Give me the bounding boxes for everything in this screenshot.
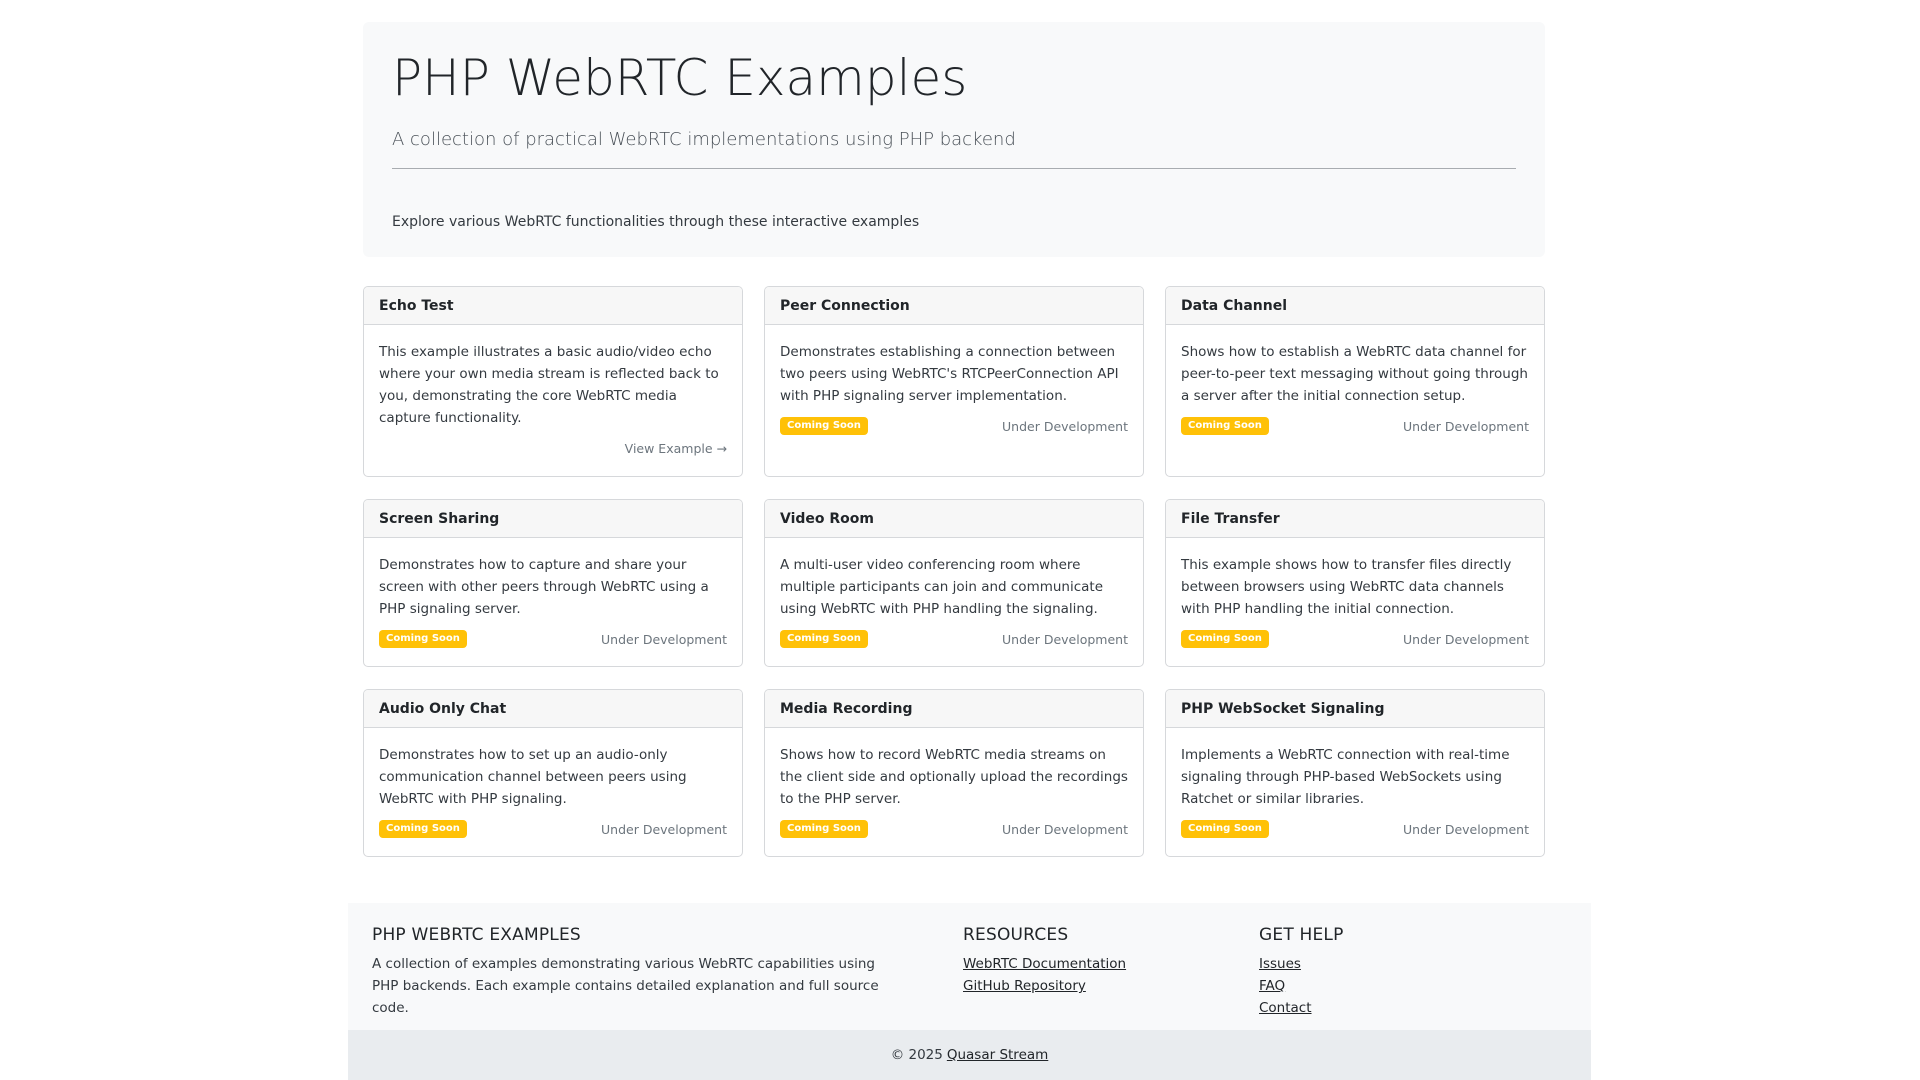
- page: PHP WebRTC Examples A collection of prac…: [0, 0, 1920, 1080]
- card-body: Shows how to establish a WebRTC data cha…: [1166, 325, 1544, 476]
- coming-soon-badge: Coming Soon: [379, 630, 467, 648]
- card-title: Peer Connection: [765, 287, 1143, 325]
- status-text: Under Development: [1002, 821, 1128, 837]
- footer-resources-list: WebRTC Documentation GitHub Repository: [963, 953, 1243, 997]
- card-title: Media Recording: [765, 690, 1143, 728]
- card-echo-test: Echo Test This example illustrates a bas…: [363, 286, 743, 477]
- list-item: WebRTC Documentation: [963, 953, 1243, 975]
- webrtc-documentation-link[interactable]: WebRTC Documentation: [963, 956, 1126, 972]
- view-example-link[interactable]: View Example →: [625, 441, 727, 456]
- card-body: Implements a WebRTC connection with real…: [1166, 728, 1544, 856]
- card-description: Shows how to record WebRTC media streams…: [780, 747, 1128, 807]
- card-description: Demonstrates how to capture and share yo…: [379, 557, 709, 617]
- card-footer: Coming Soon Under Development: [379, 820, 727, 838]
- card-body: Shows how to record WebRTC media streams…: [765, 728, 1143, 856]
- list-item: GitHub Repository: [963, 975, 1243, 997]
- hero-description: Explore various WebRTC functionalities t…: [392, 214, 920, 230]
- footer-about-heading: PHP WEBRTC EXAMPLES: [372, 925, 581, 945]
- card-description: Demonstrates how to set up an audio-only…: [379, 747, 687, 807]
- list-item: Issues: [1259, 953, 1539, 975]
- card-description: A multi-user video conferencing room whe…: [780, 557, 1104, 617]
- coming-soon-badge: Coming Soon: [1181, 417, 1269, 435]
- card-body: This example illustrates a basic audio/v…: [364, 325, 742, 476]
- card-peer-connection: Peer Connection Demonstrates establishin…: [764, 286, 1144, 477]
- card-file-transfer: File Transfer This example shows how to …: [1165, 499, 1545, 667]
- examples-grid: Echo Test This example illustrates a bas…: [363, 286, 1545, 857]
- github-repository-link[interactable]: GitHub Repository: [963, 978, 1086, 994]
- copyright-text: © 2025: [890, 1047, 943, 1063]
- card-footer: Coming Soon Under Development: [1181, 417, 1529, 435]
- hero-divider: [392, 168, 1516, 169]
- faq-link[interactable]: FAQ: [1259, 978, 1285, 994]
- footer-help-heading: GET HELP: [1259, 925, 1344, 945]
- site-footer: PHP WEBRTC EXAMPLES A collection of exam…: [348, 903, 1591, 1080]
- card-footer: Coming Soon Under Development: [379, 630, 727, 648]
- status-text: Under Development: [1403, 631, 1529, 647]
- list-item: FAQ: [1259, 975, 1539, 997]
- card-footer: View Example →: [379, 439, 727, 457]
- card-title: File Transfer: [1166, 500, 1544, 538]
- list-item: Contact: [1259, 997, 1539, 1019]
- card-body: Demonstrates how to set up an audio-only…: [364, 728, 742, 856]
- card-body: Demonstrates establishing a connection b…: [765, 325, 1143, 476]
- status-text: Under Development: [1403, 821, 1529, 837]
- card-description: This example shows how to transfer files…: [1181, 557, 1512, 617]
- contact-link[interactable]: Contact: [1259, 1000, 1312, 1016]
- card-footer: Coming Soon Under Development: [780, 820, 1128, 838]
- hero-section: PHP WebRTC Examples A collection of prac…: [363, 22, 1545, 257]
- footer-resources-heading: RESOURCES: [963, 925, 1069, 945]
- card-footer: Coming Soon Under Development: [780, 630, 1128, 648]
- card-body: This example shows how to transfer files…: [1166, 538, 1544, 666]
- status-text: Under Development: [1403, 418, 1529, 434]
- footer-help-list: Issues FAQ Contact: [1259, 953, 1539, 1019]
- card-php-websocket-signaling: PHP WebSocket Signaling Implements a Web…: [1165, 689, 1545, 857]
- card-footer: Coming Soon Under Development: [1181, 820, 1529, 838]
- copyright-bar: © 2025 Quasar Stream: [348, 1030, 1591, 1080]
- page-title: PHP WebRTC Examples: [392, 49, 968, 107]
- coming-soon-badge: Coming Soon: [1181, 630, 1269, 648]
- status-text: Under Development: [601, 821, 727, 837]
- issues-link[interactable]: Issues: [1259, 956, 1301, 972]
- card-media-recording: Media Recording Shows how to record WebR…: [764, 689, 1144, 857]
- card-video-room: Video Room A multi-user video conferenci…: [764, 499, 1144, 667]
- coming-soon-badge: Coming Soon: [379, 820, 467, 838]
- card-footer: Coming Soon Under Development: [780, 417, 1128, 435]
- coming-soon-badge: Coming Soon: [780, 630, 868, 648]
- card-body: Demonstrates how to capture and share yo…: [364, 538, 742, 666]
- card-screen-sharing: Screen Sharing Demonstrates how to captu…: [363, 499, 743, 667]
- card-description: Implements a WebRTC connection with real…: [1181, 747, 1510, 807]
- footer-resources: RESOURCES WebRTC Documentation GitHub Re…: [963, 925, 1243, 997]
- coming-soon-badge: Coming Soon: [780, 417, 868, 435]
- footer-about-text: A collection of examples demonstrating v…: [372, 956, 879, 1016]
- card-title: Video Room: [765, 500, 1143, 538]
- coming-soon-badge: Coming Soon: [1181, 820, 1269, 838]
- card-title: Audio Only Chat: [364, 690, 742, 728]
- status-text: Under Development: [601, 631, 727, 647]
- status-text: Under Development: [1002, 418, 1128, 434]
- footer-help: GET HELP Issues FAQ Contact: [1259, 925, 1539, 1019]
- quasar-stream-link[interactable]: Quasar Stream: [947, 1047, 1048, 1063]
- page-subtitle: A collection of practical WebRTC impleme…: [392, 129, 1016, 150]
- card-title: Echo Test: [364, 287, 742, 325]
- card-title: Data Channel: [1166, 287, 1544, 325]
- status-text: Under Development: [1002, 631, 1128, 647]
- coming-soon-badge: Coming Soon: [780, 820, 868, 838]
- card-audio-only-chat: Audio Only Chat Demonstrates how to set …: [363, 689, 743, 857]
- card-description: Shows how to establish a WebRTC data cha…: [1181, 344, 1528, 404]
- card-description: Demonstrates establishing a connection b…: [780, 344, 1119, 404]
- card-title: PHP WebSocket Signaling: [1166, 690, 1544, 728]
- card-description: This example illustrates a basic audio/v…: [379, 344, 719, 426]
- card-body: A multi-user video conferencing room whe…: [765, 538, 1143, 666]
- card-footer: Coming Soon Under Development: [1181, 630, 1529, 648]
- footer-about: PHP WEBRTC EXAMPLES A collection of exam…: [372, 925, 902, 1019]
- card-data-channel: Data Channel Shows how to establish a We…: [1165, 286, 1545, 477]
- card-title: Screen Sharing: [364, 500, 742, 538]
